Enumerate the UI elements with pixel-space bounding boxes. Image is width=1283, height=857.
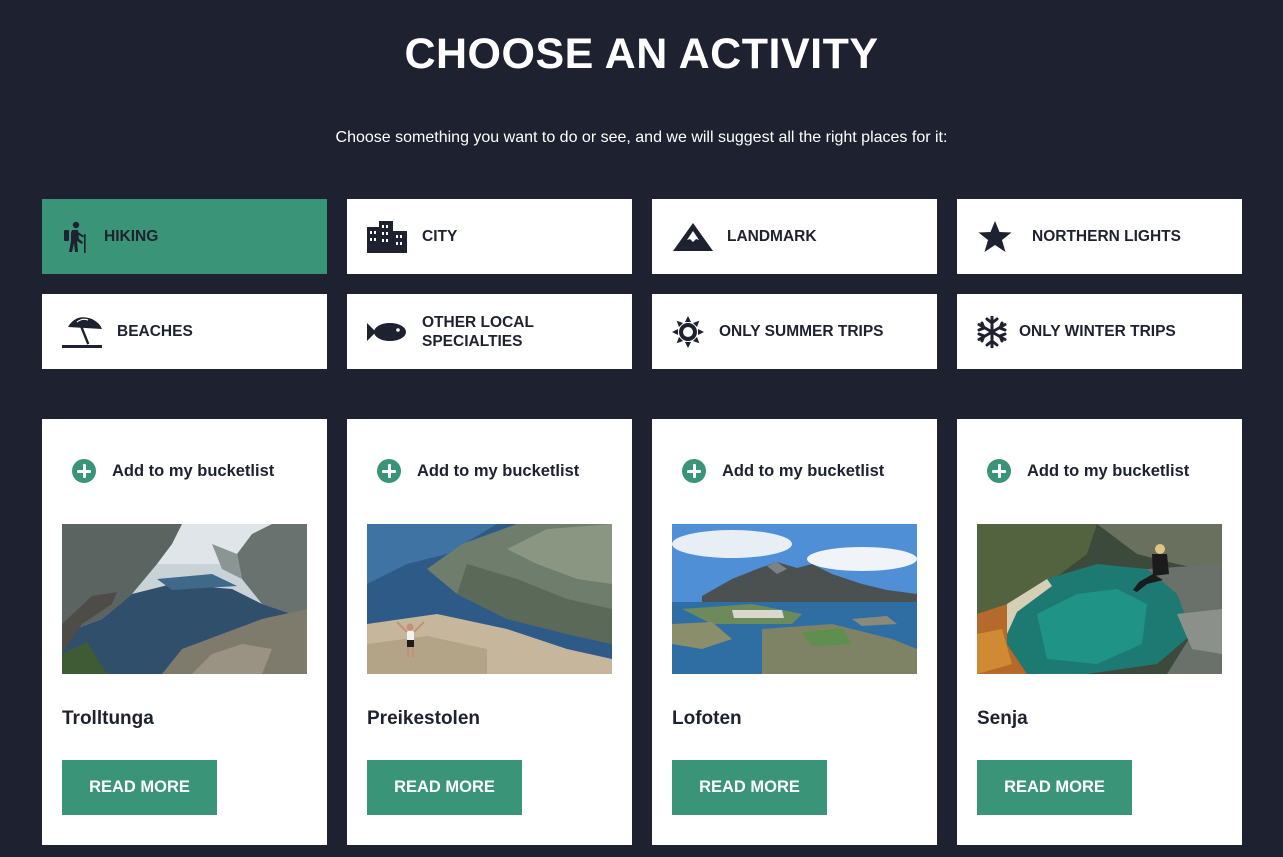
plus-circle-icon [682, 459, 706, 483]
activity-beaches[interactable]: BEACHES [42, 294, 327, 369]
activity-other-local-specialties[interactable]: OTHER LOCAL SPECIALTIES [347, 294, 632, 369]
beach-umbrella-icon [62, 312, 117, 352]
destination-title: Senja [977, 708, 1028, 729]
add-to-bucketlist-button[interactable]: Add to my bucketlist [72, 459, 274, 483]
destination-photo[interactable] [62, 524, 307, 674]
activity-label: CITY [422, 228, 458, 245]
activity-label: BEACHES [117, 323, 193, 340]
bucketlist-label: Add to my bucketlist [417, 461, 580, 480]
snowflake-icon [977, 312, 1019, 352]
read-more-button[interactable]: READ MORE [62, 760, 217, 815]
activity-only-winter-trips[interactable]: ONLY WINTER TRIPS [957, 294, 1242, 369]
activity-northern-lights[interactable]: NORTHERN LIGHTS [957, 199, 1242, 274]
activity-label: OTHER LOCAL SPECIALTIES [422, 313, 534, 350]
page-title: CHOOSE AN ACTIVITY [404, 30, 879, 78]
bucketlist-label: Add to my bucketlist [112, 461, 275, 480]
add-to-bucketlist-button[interactable]: Add to my bucketlist [377, 459, 579, 483]
bucketlist-label: Add to my bucketlist [1027, 461, 1190, 480]
page-subtitle: Choose something you want to do or see, … [335, 129, 948, 146]
city-buildings-icon [367, 217, 422, 257]
destination-photo[interactable] [977, 524, 1222, 674]
destination-card-preikestolen: Add to my bucketlist Preikestolen READ M… [347, 419, 632, 845]
activity-city[interactable]: CITY [347, 199, 632, 274]
hiker-icon [62, 217, 104, 257]
mountain-icon [672, 217, 727, 257]
activity-filter-grid: HIKING CITY LANDMARK NORTHERN LIGHTS BEA… [42, 199, 1242, 369]
activity-only-summer-trips[interactable]: ONLY SUMMER TRIPS [652, 294, 937, 369]
read-more-button[interactable]: READ MORE [672, 760, 827, 815]
destination-photo[interactable] [672, 524, 917, 674]
destination-card-lofoten: Add to my bucketlist Lofoten READ MORE [652, 419, 937, 845]
activity-label: LANDMARK [727, 228, 817, 245]
destination-title: Lofoten [672, 708, 742, 729]
activity-hiking[interactable]: HIKING [42, 199, 327, 274]
activity-label: NORTHERN LIGHTS [1032, 228, 1181, 245]
plus-circle-icon [72, 459, 96, 483]
activity-label: ONLY SUMMER TRIPS [719, 323, 884, 340]
destination-card-senja: Add to my bucketlist Senja READ MORE [957, 419, 1242, 845]
destination-card-grid: Add to my bucketlist Trolltunga READ MOR… [42, 419, 1242, 845]
add-to-bucketlist-button[interactable]: Add to my bucketlist [987, 459, 1189, 483]
destination-title: Trolltunga [62, 708, 154, 729]
read-more-button[interactable]: READ MORE [367, 760, 522, 815]
destination-photo[interactable] [367, 524, 612, 674]
read-more-button[interactable]: READ MORE [977, 760, 1132, 815]
activity-label: HIKING [104, 228, 159, 245]
bucketlist-label: Add to my bucketlist [722, 461, 885, 480]
destination-card-trolltunga: Add to my bucketlist Trolltunga READ MOR… [42, 419, 327, 845]
sun-icon [672, 312, 719, 352]
activity-landmark[interactable]: LANDMARK [652, 199, 937, 274]
destination-title: Preikestolen [367, 708, 480, 729]
activity-label: ONLY WINTER TRIPS [1019, 323, 1176, 340]
plus-circle-icon [377, 459, 401, 483]
fish-icon [367, 312, 422, 352]
add-to-bucketlist-button[interactable]: Add to my bucketlist [682, 459, 884, 483]
star-icon [977, 217, 1032, 257]
plus-circle-icon [987, 459, 1011, 483]
